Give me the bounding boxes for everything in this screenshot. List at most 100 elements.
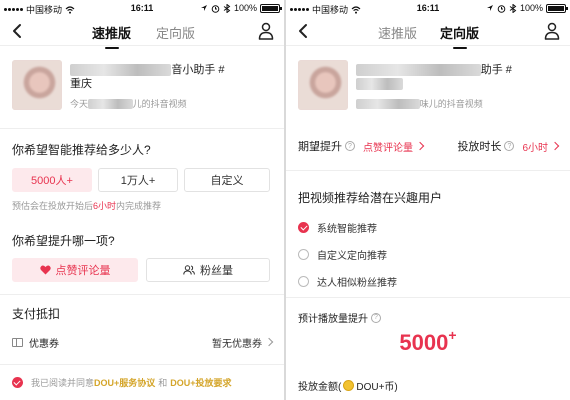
- expect-value[interactable]: 点赞评论量: [363, 139, 413, 154]
- amount-unit: DOU+币): [356, 382, 398, 393]
- agreement-prefix: 我已阅读并同意: [31, 378, 95, 388]
- placement-requirements-link[interactable]: DOU+投放要求: [170, 376, 231, 389]
- divider: [0, 364, 284, 365]
- estimate-hint: 预估会在投放开始后6小时内完成推荐: [12, 199, 161, 212]
- back-arrow-icon[interactable]: [10, 23, 26, 39]
- help-icon[interactable]: ?: [504, 141, 515, 151]
- agreement-and: 和: [158, 378, 168, 388]
- location-icon: [486, 5, 493, 11]
- radio-custom-targeting[interactable]: 自定义定向推荐: [298, 247, 387, 262]
- user-icon[interactable]: [544, 22, 560, 40]
- chevron-right-icon: [264, 337, 274, 347]
- radio-label: 达人相似粉丝推荐: [317, 278, 397, 289]
- video-subtitle-prefix: 今天: [70, 99, 89, 109]
- duration-value[interactable]: 6小时: [522, 139, 548, 154]
- location-icon: [200, 5, 207, 11]
- audience-question: 你希望智能推荐给多少人?: [12, 143, 151, 157]
- battery-percent: 100%: [233, 3, 257, 13]
- hint-before: 预估会在投放开始后: [12, 201, 94, 211]
- audience-10000-button[interactable]: 1万人+: [98, 168, 178, 192]
- goal-likes-label: 点赞评论量: [55, 265, 111, 277]
- forecast-value: 5000+: [286, 327, 570, 356]
- tab-quick-push[interactable]: 速推版: [92, 23, 131, 49]
- tab-quick-push[interactable]: 速推版: [378, 23, 417, 42]
- video-title-visible: 音小助手 #: [171, 64, 225, 76]
- agreement-checkbox[interactable]: [12, 377, 23, 388]
- status-bar: 中国移动 16:11 100%: [0, 0, 284, 16]
- battery-percent: 100%: [519, 3, 543, 13]
- audience-5000-button[interactable]: 5000人+: [12, 168, 92, 192]
- back-arrow-icon[interactable]: [296, 23, 312, 39]
- heart-icon: [39, 265, 51, 275]
- divider: [286, 170, 570, 171]
- forecast-label: 预计播放量提升: [298, 314, 368, 325]
- users-icon: [183, 265, 195, 275]
- forecast-plus: +: [448, 327, 457, 343]
- audience-custom-button[interactable]: 自定义: [184, 168, 270, 192]
- battery-icon: [260, 3, 282, 13]
- chevron-right-icon: [550, 141, 560, 151]
- video-subtitle: ██████████味儿的抖音视频: [356, 97, 558, 110]
- goal-followers-button[interactable]: 粉丝量: [146, 258, 270, 282]
- payment-title: 支付抵扣: [12, 307, 61, 321]
- phone-left-screen: 中国移动 16:11 100% 速推版 定向版 █████████████音小助…: [0, 0, 284, 400]
- divider: [286, 297, 570, 298]
- video-subtitle-suffix: 味儿的抖音视频: [419, 99, 483, 109]
- coin-icon: [343, 380, 355, 391]
- goal-question: 你希望提升哪一项?: [12, 234, 115, 248]
- chevron-right-icon: [415, 141, 425, 151]
- service-agreement-link[interactable]: DOU+服务协议: [94, 376, 155, 389]
- tab-targeted[interactable]: 定向版: [440, 23, 479, 49]
- bluetooth-icon: [223, 3, 231, 13]
- alarm-icon: [211, 4, 220, 13]
- video-subtitle-suffix: 儿的抖音视频: [132, 99, 187, 109]
- hint-duration: 6小时: [93, 201, 117, 211]
- forecast-number: 5000: [399, 330, 449, 355]
- interest-question: 把视频推荐给潜在兴趣用户: [298, 191, 443, 205]
- hint-after: 内完成推荐: [116, 201, 162, 211]
- coupon-label: 优惠券: [29, 338, 59, 350]
- radio-unchecked[interactable]: [298, 249, 309, 260]
- help-icon[interactable]: ?: [371, 312, 381, 323]
- blurred-subtitle-text: ███████: [88, 99, 133, 109]
- tab-targeted[interactable]: 定向版: [156, 23, 195, 42]
- nav-bar: 速推版 定向版: [0, 16, 284, 49]
- coupon-value: 暂无优惠券: [212, 338, 262, 350]
- amount-label: 投放金额(: [298, 382, 342, 393]
- blurred-subtitle-text: ██████████: [356, 99, 420, 109]
- alarm-icon: [497, 4, 506, 13]
- coupon-icon: [12, 337, 23, 347]
- video-card: ████████████████助手 # ██████ ██████████味儿…: [298, 60, 558, 110]
- expectation-row: 期望提升 ? 点赞评论量 投放时长 ? 6小时: [298, 138, 560, 154]
- nav-bar: 速推版 定向版: [286, 16, 570, 49]
- video-title: █████████████音小助手 # 重庆: [70, 63, 272, 93]
- user-icon[interactable]: [258, 22, 274, 40]
- amount-row: 投放金额( DOU+币): [298, 378, 558, 393]
- video-thumbnail: [12, 60, 62, 110]
- phone-right-screen: 中国移动 16:11 100% 速推版 定向版 ████████████████…: [286, 0, 570, 400]
- video-subtitle: 今天███████儿的抖音视频: [70, 97, 272, 110]
- coupon-row[interactable]: 优惠券 暂无优惠券: [12, 335, 274, 350]
- duration-label: 投放时长: [457, 141, 502, 153]
- battery-icon: [546, 3, 568, 13]
- radio-label: 系统智能推荐: [317, 224, 377, 235]
- blurred-title-text: █████████████: [70, 64, 172, 76]
- radio-unchecked[interactable]: [298, 276, 309, 287]
- agreement-row: 我已阅读并同意 DOU+服务协议 和 DOU+投放要求: [12, 376, 278, 389]
- goal-likes-comments-button[interactable]: 点赞评论量: [12, 258, 138, 282]
- video-thumbnail: [298, 60, 348, 110]
- blurred-title-text: ████████████████: [356, 64, 481, 76]
- radio-similar-fans[interactable]: 达人相似粉丝推荐: [298, 274, 397, 289]
- forecast-row: 预计播放量提升 ?: [298, 310, 558, 325]
- blurred-title-line2: ██████: [356, 78, 403, 90]
- radio-system-recommend[interactable]: 系统智能推荐: [298, 220, 377, 235]
- radio-checked[interactable]: [298, 222, 309, 233]
- video-card: █████████████音小助手 # 重庆 今天███████儿的抖音视频: [12, 60, 272, 110]
- help-icon[interactable]: ?: [345, 141, 355, 151]
- video-title: ████████████████助手 # ██████: [356, 63, 558, 93]
- radio-label: 自定义定向推荐: [317, 251, 387, 262]
- video-title-line2: 重庆: [70, 78, 92, 90]
- video-title-visible: 助手 #: [480, 64, 512, 76]
- divider: [0, 128, 284, 129]
- status-bar: 中国移动 16:11 100%: [286, 0, 570, 16]
